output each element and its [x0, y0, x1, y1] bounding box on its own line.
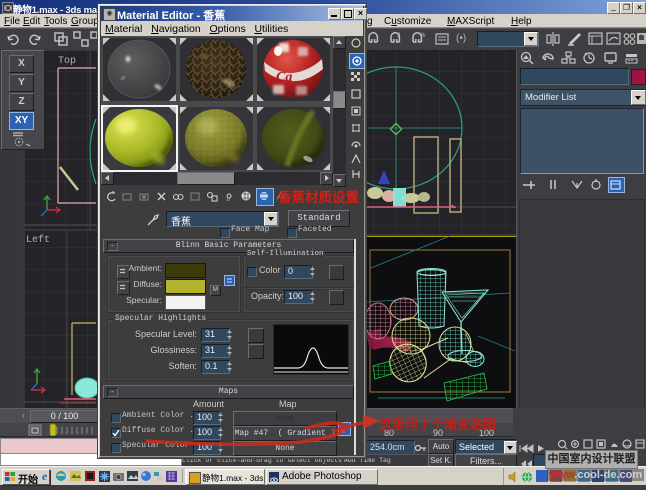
svg-text:Ca: Ca — [276, 70, 292, 85]
svg-text:Top: Top — [58, 56, 76, 67]
svg-text:o: o — [227, 197, 230, 203]
svg-text:e: e — [42, 470, 48, 483]
svg-text:3: 3 — [397, 33, 401, 39]
svg-text:%: % — [420, 33, 426, 39]
svg-text:Left: Left — [26, 234, 50, 246]
